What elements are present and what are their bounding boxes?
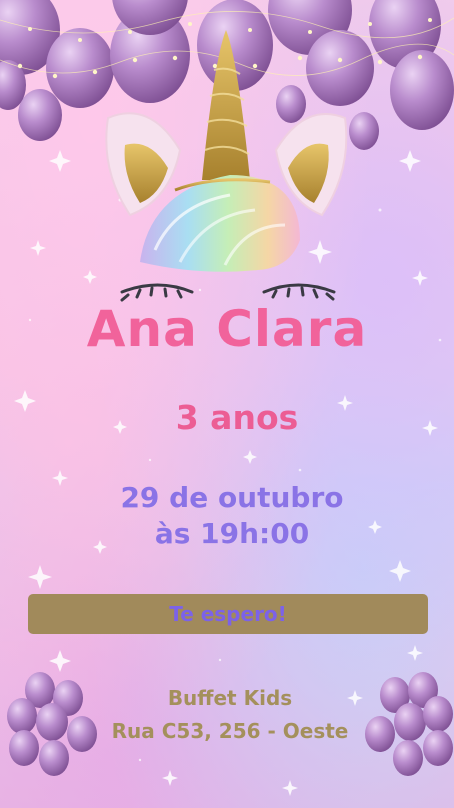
venue-name: Buffet Kids	[167, 686, 293, 710]
closed-eye-icon	[120, 283, 336, 302]
rsvp-banner-text: Te espero!	[169, 602, 287, 626]
event-date: 29 de outubro	[120, 481, 344, 514]
venue-address: Rua C53, 256 - Oeste	[111, 719, 349, 743]
child-name: Ana Clara	[86, 300, 368, 358]
event-date-time: 29 de outubro às 19h:00	[0, 480, 454, 552]
child-age: 3 anos	[175, 398, 299, 437]
invitation-card: Ana Clara 3 anos 29 de outubro às 19h:00…	[0, 0, 454, 808]
event-time: às 19h:00	[154, 517, 310, 550]
venue-info: Buffet Kids Rua C53, 256 - Oeste	[0, 682, 454, 748]
rsvp-banner: Te espero!	[28, 594, 428, 634]
